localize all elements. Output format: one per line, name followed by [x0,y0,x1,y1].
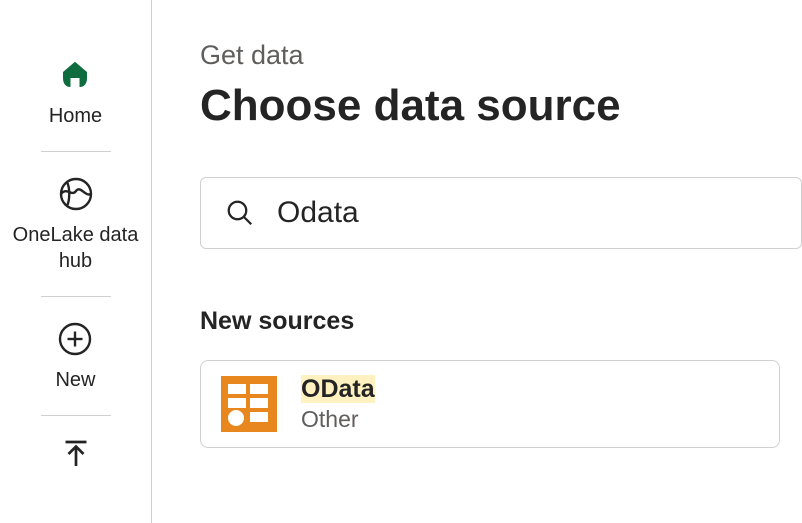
sidebar: Home OneLake data hub New [0,0,152,523]
main-content: Get data Choose data source New sources [152,0,802,523]
home-icon [55,55,95,95]
nav-item-upload[interactable] [46,434,106,474]
plus-circle-icon [55,319,95,359]
divider [41,151,111,152]
page-title: Choose data source [200,81,802,131]
upload-icon [56,434,96,474]
nav-item-home[interactable]: Home [39,55,112,129]
source-text: OData Other [301,375,375,433]
nav-item-label: New [55,367,95,393]
divider [41,296,111,297]
nav-item-new[interactable]: New [45,319,105,393]
search-input[interactable] [277,196,777,230]
search-box[interactable] [200,177,802,249]
source-category: Other [301,406,375,433]
nav-item-onelake-data-hub[interactable]: OneLake data hub [0,174,151,274]
source-card-odata[interactable]: OData Other [200,360,780,448]
search-icon [225,198,255,228]
nav-item-label: OneLake data hub [10,222,141,274]
nav-item-label: Home [49,103,102,129]
breadcrumb: Get data [200,40,802,71]
section-heading-new-sources: New sources [200,307,802,336]
divider [41,415,111,416]
source-title: OData [301,375,375,404]
onelake-icon [56,174,96,214]
odata-icon [221,376,277,432]
